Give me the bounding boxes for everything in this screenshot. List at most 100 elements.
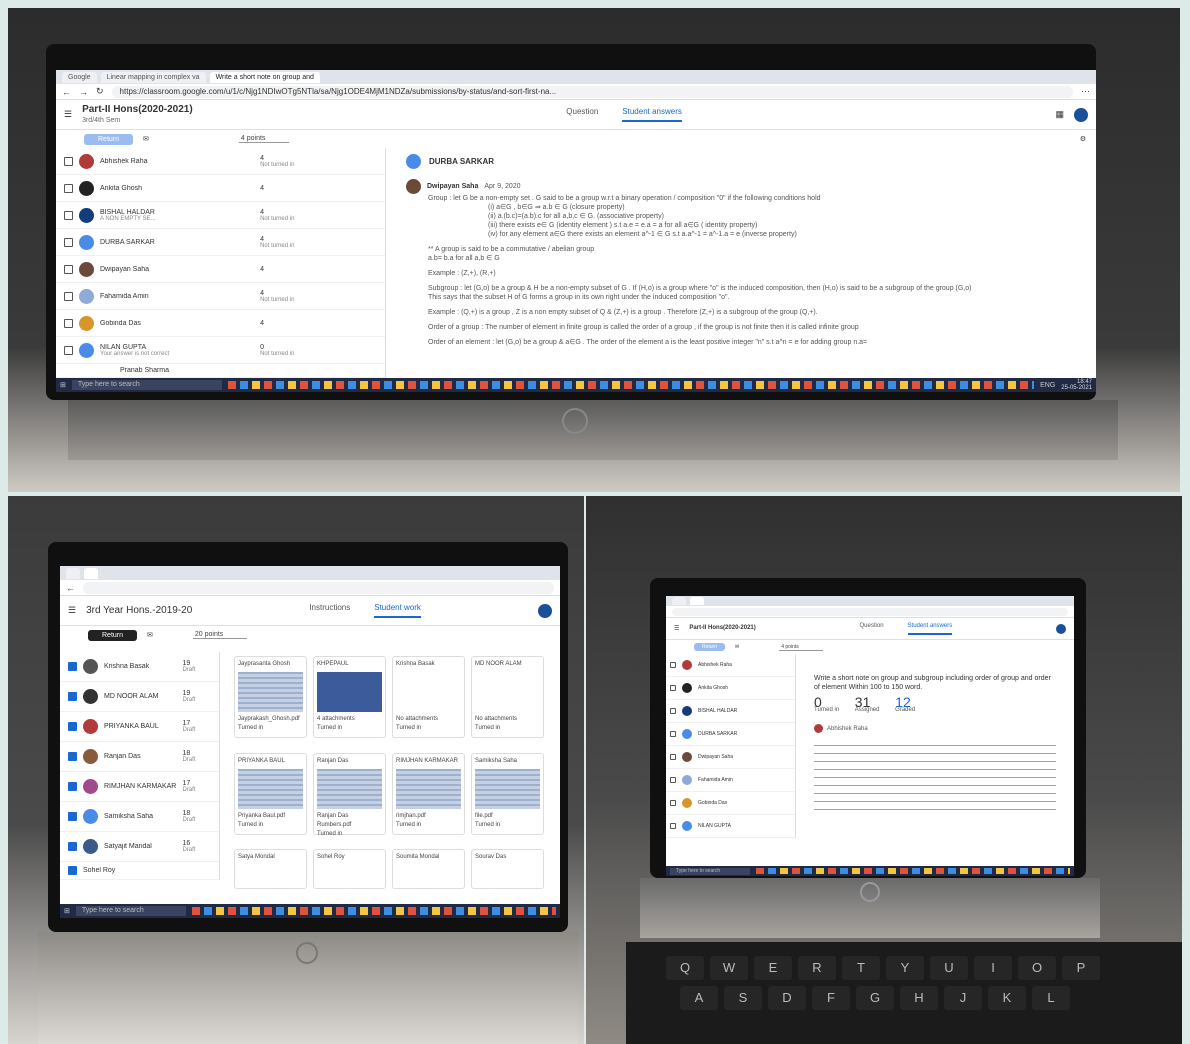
- reload-icon[interactable]: ↻: [96, 86, 104, 97]
- return-button[interactable]: Return: [88, 629, 138, 641]
- points-select[interactable]: 4 points: [779, 644, 823, 651]
- checkbox-checked[interactable]: [68, 866, 77, 875]
- browser-tab-active[interactable]: [83, 567, 98, 579]
- points-select[interactable]: 20 points: [192, 631, 248, 639]
- tab-student-answers[interactable]: Student answers: [907, 623, 953, 635]
- student-row[interactable]: Abhishek Raha 4 Not turned in: [56, 148, 385, 175]
- submission-card[interactable]: Jayprasanta Ghosh Jayprakash_Ghosh.pdf Tur…: [234, 656, 307, 738]
- submission-card[interactable]: Samiksha Saha file.pdf Turned in: [471, 752, 544, 835]
- back-arrow-icon[interactable]: ←: [62, 87, 71, 97]
- account-avatar[interactable]: [1074, 107, 1088, 122]
- windows-start-icon[interactable]: ⊞: [60, 381, 66, 389]
- student-row[interactable]: Ankita Ghosh 4: [56, 175, 385, 202]
- student-row[interactable]: Samiksha Saha 18 Draft: [60, 802, 219, 832]
- submission-card[interactable]: RIMJHAN KARMAKAR rimjhan.pdf Turned in: [392, 752, 465, 835]
- checkbox-checked[interactable]: [68, 692, 77, 701]
- checkbox-checked[interactable]: [68, 842, 77, 851]
- checkbox[interactable]: [670, 731, 676, 737]
- checkbox[interactable]: [64, 210, 73, 220]
- browser-tab[interactable]: Linear mapping in complex va: [100, 71, 206, 83]
- checkbox[interactable]: [670, 662, 676, 668]
- student-row[interactable]: DURBA SARKAR: [666, 723, 795, 746]
- browser-tab-active[interactable]: Write a short note on group and: [209, 71, 320, 83]
- taskbar-search[interactable]: Type here to search: [670, 867, 750, 875]
- checkbox-checked[interactable]: [68, 722, 77, 731]
- tab-student-work[interactable]: Student work: [374, 603, 421, 618]
- checkbox[interactable]: [64, 264, 73, 274]
- checkbox[interactable]: [670, 823, 676, 829]
- account-avatar[interactable]: [538, 603, 552, 618]
- submission-card[interactable]: MD NOOR ALAM No attachments Turned in: [471, 656, 544, 738]
- student-row[interactable]: Sohel Roy: [60, 862, 219, 880]
- checkbox-checked[interactable]: [68, 812, 77, 821]
- browser-tab[interactable]: [672, 597, 686, 605]
- settings-gear-icon[interactable]: ⚙: [1080, 135, 1086, 143]
- student-row[interactable]: DURBA SARKAR 4 Not turned in: [56, 229, 385, 256]
- checkbox[interactable]: [64, 291, 73, 301]
- submission-card[interactable]: Soumita Mondal: [392, 849, 465, 890]
- email-icon[interactable]: ✉: [147, 631, 153, 639]
- forward-arrow-icon[interactable]: →: [79, 87, 88, 97]
- checkbox[interactable]: [64, 345, 73, 355]
- return-button[interactable]: Return: [694, 643, 726, 651]
- submission-card[interactable]: Ranjan Das Ranjan Das Rumbers.pdf Turned i…: [313, 752, 386, 837]
- student-row[interactable]: Fahamida Amin: [666, 769, 795, 792]
- student-row[interactable]: BISHAL HALDAR: [666, 700, 795, 723]
- student-row[interactable]: Satyajit Mandal 16 Draft: [60, 832, 219, 862]
- student-row[interactable]: Ankita Ghosh: [666, 677, 795, 700]
- tab-student-answers[interactable]: Student answers: [622, 107, 682, 122]
- hamburger-menu-icon[interactable]: ☰: [68, 605, 76, 616]
- student-row[interactable]: NILAN GUPTA Your answer is not correct 0 No…: [56, 337, 385, 364]
- student-row[interactable]: MD NOOR ALAM 19 Draft: [60, 682, 219, 712]
- checkbox[interactable]: [64, 318, 73, 328]
- tab-question[interactable]: Question: [566, 107, 598, 122]
- taskbar-app-icons[interactable]: [191, 907, 556, 915]
- hamburger-menu-icon[interactable]: ☰: [674, 625, 679, 632]
- back-arrow-icon[interactable]: ←: [66, 583, 75, 593]
- url-field[interactable]: [672, 607, 1068, 616]
- browser-tab[interactable]: Google: [62, 71, 97, 83]
- checkbox-checked[interactable]: [68, 752, 77, 761]
- student-row[interactable]: PRIYANKA BAUL 17 Draft: [60, 712, 219, 742]
- email-icon[interactable]: ✉: [735, 644, 739, 650]
- student-row[interactable]: Krishna Basak 19 Draft: [60, 652, 219, 682]
- menu-dots-icon[interactable]: ⋯: [1081, 86, 1090, 97]
- taskbar-search[interactable]: Type here to search: [71, 380, 222, 390]
- submission-card[interactable]: Sourav Das: [471, 849, 544, 890]
- student-row[interactable]: Dwipayan Saha 4: [56, 256, 385, 283]
- checkbox[interactable]: [670, 800, 676, 806]
- browser-tab[interactable]: [66, 567, 80, 579]
- submission-card[interactable]: Krishna Basak No attachments Turned in: [392, 656, 465, 738]
- taskbar-app-icons[interactable]: [227, 381, 1035, 389]
- student-row[interactable]: Dwipayan Saha: [666, 746, 795, 769]
- student-row[interactable]: BISHAL HALDAR A NON EMPTY SE... 4 Not turne…: [56, 202, 385, 229]
- checkbox[interactable]: [670, 754, 676, 760]
- student-row[interactable]: Gobinda Das 4: [56, 310, 385, 337]
- checkbox-checked[interactable]: [68, 662, 77, 671]
- checkbox[interactable]: [64, 156, 73, 166]
- hamburger-menu-icon[interactable]: ☰: [64, 109, 72, 120]
- url-field[interactable]: [83, 581, 554, 594]
- taskbar-app-icons[interactable]: [756, 868, 1070, 874]
- checkbox-checked[interactable]: [68, 782, 77, 791]
- student-row[interactable]: Ranjan Das 18 Draft: [60, 742, 219, 772]
- points-select[interactable]: 4 points: [238, 135, 290, 143]
- tab-instructions[interactable]: Instructions: [309, 603, 350, 618]
- student-row[interactable]: RIMJHAN KARMAKAR 17 Draft: [60, 772, 219, 802]
- return-button[interactable]: Return: [84, 133, 134, 145]
- apps-grid-icon[interactable]: ▦: [1055, 109, 1064, 120]
- submission-card[interactable]: KHPEPAUL 4 attachments Turned in: [313, 656, 386, 738]
- checkbox[interactable]: [64, 237, 73, 247]
- account-avatar[interactable]: [1056, 623, 1066, 634]
- student-row[interactable]: Fahamida Amin 4 Not turned in: [56, 283, 385, 310]
- submission-card[interactable]: Satya Mondal: [234, 849, 307, 890]
- checkbox[interactable]: [670, 708, 676, 714]
- submission-card[interactable]: Sohel Roy: [313, 849, 386, 890]
- checkbox[interactable]: [64, 183, 73, 193]
- checkbox[interactable]: [670, 685, 676, 691]
- student-row[interactable]: Gobinda Das: [666, 792, 795, 815]
- student-row[interactable]: Pranab Sharma: [56, 364, 385, 378]
- student-row[interactable]: Abhishek Raha: [666, 654, 795, 677]
- submission-card[interactable]: PRIYANKA BAUL Priyanka Baul.pdf Turned in: [234, 752, 307, 835]
- student-row[interactable]: NILAN GUPTA: [666, 815, 795, 838]
